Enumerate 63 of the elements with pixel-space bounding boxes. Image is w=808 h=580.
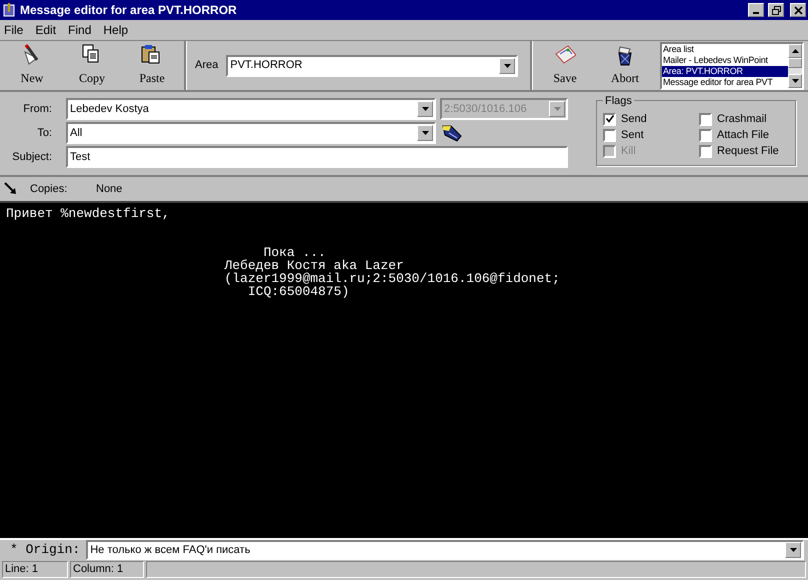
- field-label: From:: [22, 102, 53, 117]
- list-item[interactable]: Message editor for area PVT: [662, 77, 788, 88]
- caret-icon: [422, 131, 428, 135]
- field-label: Copies:: [30, 182, 68, 197]
- status-text: Line: 1: [2, 561, 68, 578]
- menu-item[interactable]: Find: [68, 21, 92, 39]
- restore-button[interactable]: [768, 3, 784, 17]
- checkbox-label: Attach File: [717, 128, 769, 143]
- copies-value: None: [96, 182, 122, 197]
- minimize-button[interactable]: [748, 3, 764, 17]
- list-item[interactable]: Area list: [662, 44, 788, 55]
- origin-combobox[interactable]: Не только ж всем FAQ'и писать: [86, 540, 804, 560]
- status-text: Column: 1: [70, 561, 144, 578]
- dropdown-button[interactable]: [785, 542, 801, 558]
- window-title: Message editor for area PVT.HORROR: [20, 2, 238, 19]
- minimize-icon: [753, 12, 759, 14]
- close-icon: [794, 6, 802, 14]
- group-title: Flags: [603, 93, 634, 110]
- dropdown-button[interactable]: [417, 125, 433, 141]
- checkbox-label: Kill: [621, 144, 636, 159]
- checkbox[interactable]: [699, 112, 712, 126]
- envelope-icon: [554, 44, 576, 66]
- area-combobox[interactable]: PVT.HORROR: [226, 54, 518, 76]
- copy-button[interactable]: Copy: [62, 42, 122, 90]
- list-item[interactable]: Mailer - Lebedevs WinPoint: [662, 55, 788, 66]
- abort-button[interactable]: Abort: [595, 42, 655, 90]
- app-icon: [2, 3, 16, 17]
- field-label: To:: [36, 126, 53, 141]
- menu-item[interactable]: Edit: [35, 21, 56, 39]
- checkbox-label: Crashmail: [717, 112, 767, 127]
- menu-item[interactable]: File: [4, 21, 24, 39]
- checkbox[interactable]: [699, 128, 712, 142]
- scroll-up-icon: [792, 49, 798, 53]
- caret-icon: [790, 548, 796, 552]
- checkbox-label: Send: [621, 112, 647, 127]
- new-button[interactable]: New: [2, 42, 62, 90]
- area-label: Area: [195, 58, 218, 74]
- checkmark-icon: [606, 115, 614, 123]
- save-button[interactable]: Save: [535, 42, 595, 90]
- caret-icon: [422, 107, 428, 111]
- checkbox[interactable]: [603, 112, 616, 126]
- name-combobox[interactable]: Lebedev Kostya: [66, 98, 436, 120]
- checkbox[interactable]: [603, 128, 616, 142]
- checkbox[interactable]: [699, 144, 712, 158]
- checkbox-label: Request File: [717, 144, 779, 159]
- field-label: Subject:: [11, 150, 53, 165]
- origin-label: * Origin:: [10, 541, 80, 560]
- name-combobox[interactable]: All: [66, 122, 436, 144]
- paste-button[interactable]: Paste: [122, 42, 182, 90]
- checkbox-label: Sent: [621, 128, 644, 143]
- scroll-down-icon: [792, 79, 798, 83]
- list-item[interactable]: Area: PVT.HORROR: [662, 66, 788, 77]
- dropdown-button[interactable]: [417, 101, 433, 117]
- scrollbar[interactable]: [788, 44, 802, 88]
- arrow-icon: [4, 182, 18, 196]
- window-listbox[interactable]: Area list Mailer - Lebedevs WinPoint Area: PVT.HORROR Message editor for area PVT: [660, 42, 804, 90]
- caret-icon: [504, 64, 511, 68]
- restore-icon: [772, 6, 780, 14]
- caret-icon: [554, 107, 560, 111]
- close-button[interactable]: [790, 3, 806, 17]
- dropdown-button[interactable]: [499, 58, 516, 74]
- menu-item[interactable]: Help: [103, 21, 128, 39]
- subject-field[interactable]: Test: [66, 146, 568, 168]
